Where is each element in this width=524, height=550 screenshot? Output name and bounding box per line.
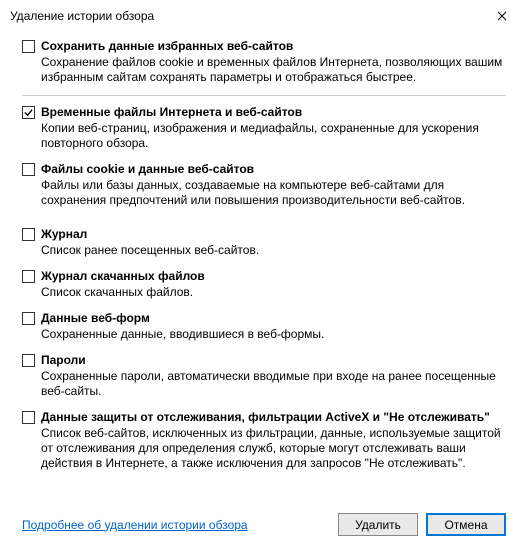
checkbox-temp-files[interactable]: [22, 106, 35, 119]
option-title: Сохранить данные избранных веб-сайтов: [41, 38, 293, 54]
dialog-footer: Подробнее об удалении истории обзора Уда…: [0, 513, 524, 536]
option-title: Журнал: [41, 226, 87, 242]
option-preserve-favorites: Сохранить данные избранных веб-сайтов Со…: [22, 38, 506, 85]
option-desc: Сохраненные данные, вводившиеся в веб-фо…: [41, 327, 506, 342]
checkbox-preserve-favorites[interactable]: [22, 40, 35, 53]
dialog-content: Сохранить данные избранных веб-сайтов Со…: [0, 32, 524, 471]
dialog-window: Удаление истории обзора Сохранить данные…: [0, 0, 524, 550]
close-icon: [497, 11, 507, 21]
option-tracking-protection: Данные защиты от отслеживания, фильтраци…: [22, 409, 506, 471]
button-row: Удалить Отмена: [338, 513, 506, 536]
checkbox-form-data[interactable]: [22, 312, 35, 325]
option-title: Журнал скачанных файлов: [41, 268, 205, 284]
close-button[interactable]: [479, 1, 524, 31]
option-desc: Сохраненные пароли, автоматически вводим…: [41, 369, 506, 399]
option-passwords: Пароли Сохраненные пароли, автоматически…: [22, 352, 506, 399]
separator: [22, 95, 506, 96]
dialog-title: Удаление истории обзора: [10, 9, 154, 23]
option-title: Файлы cookie и данные веб-сайтов: [41, 161, 254, 177]
option-title: Данные защиты от отслеживания, фильтраци…: [41, 409, 490, 425]
option-title: Временные файлы Интернета и веб-сайтов: [41, 104, 302, 120]
option-cookies: Файлы cookie и данные веб-сайтов Файлы и…: [22, 161, 506, 208]
option-desc: Список веб-сайтов, исключенных из фильтр…: [41, 426, 506, 471]
checkbox-download-history[interactable]: [22, 270, 35, 283]
titlebar: Удаление истории обзора: [0, 0, 524, 32]
checkbox-passwords[interactable]: [22, 354, 35, 367]
checkbox-cookies[interactable]: [22, 163, 35, 176]
option-download-history: Журнал скачанных файлов Список скачанных…: [22, 268, 506, 300]
option-form-data: Данные веб-форм Сохраненные данные, ввод…: [22, 310, 506, 342]
option-desc: Список ранее посещенных веб-сайтов.: [41, 243, 506, 258]
option-desc: Список скачанных файлов.: [41, 285, 506, 300]
option-temp-files: Временные файлы Интернета и веб-сайтов К…: [22, 104, 506, 151]
option-desc: Сохранение файлов cookie и временных фай…: [41, 55, 506, 85]
option-history: Журнал Список ранее посещенных веб-сайто…: [22, 226, 506, 258]
checkbox-history[interactable]: [22, 228, 35, 241]
option-title: Данные веб-форм: [41, 310, 150, 326]
option-desc: Копии веб-страниц, изображения и медиафа…: [41, 121, 506, 151]
option-desc: Файлы или базы данных, создаваемые на ко…: [41, 178, 506, 208]
delete-button[interactable]: Удалить: [338, 513, 418, 536]
option-title: Пароли: [41, 352, 86, 368]
cancel-button[interactable]: Отмена: [426, 513, 506, 536]
learn-more-link[interactable]: Подробнее об удалении истории обзора: [22, 518, 248, 532]
checkbox-tracking-protection[interactable]: [22, 411, 35, 424]
